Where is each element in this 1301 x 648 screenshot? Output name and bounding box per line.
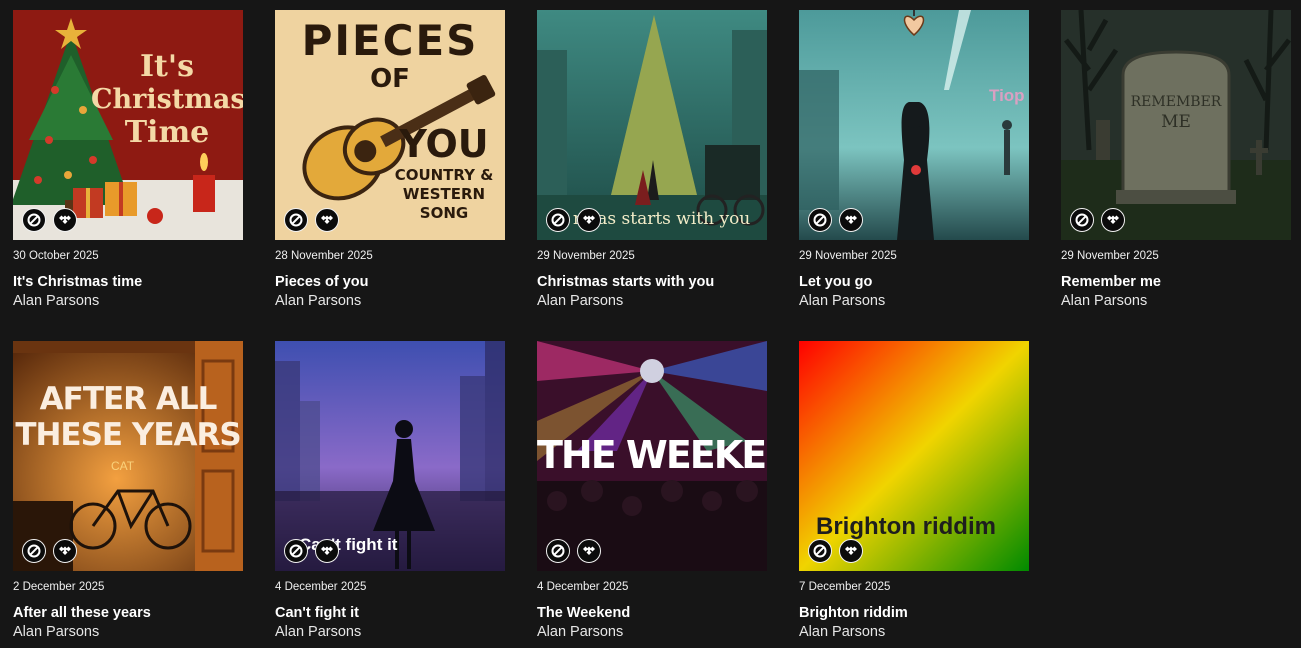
cover-art[interactable]: AFTER ALL THESE YEARS CAT	[13, 341, 243, 571]
badge-group	[808, 539, 863, 563]
blocked-circle-icon[interactable]	[1070, 208, 1094, 232]
release-artist[interactable]: Alan Parsons	[799, 291, 1029, 311]
tidal-icon[interactable]	[315, 208, 339, 232]
blocked-circle-icon[interactable]	[546, 208, 570, 232]
release-date: 29 November 2025	[1061, 250, 1159, 262]
tidal-icon[interactable]	[53, 539, 77, 563]
release-title[interactable]: Let you go	[799, 273, 1029, 291]
cover-image	[799, 10, 1029, 240]
cover-image	[275, 10, 505, 240]
tidal-icon[interactable]	[839, 539, 863, 563]
cover-art[interactable]: Can't fight it	[275, 341, 505, 571]
release-date: 7 December 2025	[799, 581, 891, 593]
release-artist[interactable]: Alan Parsons	[537, 291, 767, 311]
cover-art[interactable]: REMEMBER ME	[1061, 10, 1291, 240]
tidal-icon[interactable]	[577, 208, 601, 232]
release-title[interactable]: After all these years	[13, 604, 243, 622]
release-card: It's Christmas Time 30 October 2025 It's…	[13, 10, 243, 311]
release-card: Tiop 29 November 2025 Let you go Alan Pa…	[799, 10, 1029, 311]
badge-group	[284, 208, 339, 232]
blocked-circle-icon[interactable]	[808, 208, 832, 232]
release-title[interactable]: The Weekend	[537, 604, 767, 622]
badge-group	[22, 539, 77, 563]
release-card: PIECES OF YOU COUNTRY & WESTERN SONG 28 …	[275, 10, 505, 311]
badge-group	[22, 208, 77, 232]
release-card: THE WEEKEND 4 December 2025 The Weekend …	[537, 341, 767, 642]
release-card: rmas starts with you 29 November 2025 Ch…	[537, 10, 767, 311]
release-date: 4 December 2025	[537, 581, 629, 593]
release-date: 4 December 2025	[275, 581, 367, 593]
cover-art[interactable]: Tiop	[799, 10, 1029, 240]
cover-art[interactable]: rmas starts with you	[537, 10, 767, 240]
cover-art[interactable]: It's Christmas Time	[13, 10, 243, 240]
tidal-icon[interactable]	[577, 539, 601, 563]
release-artist[interactable]: Alan Parsons	[537, 622, 767, 642]
release-artist[interactable]: Alan Parsons	[275, 622, 505, 642]
badge-group	[546, 539, 601, 563]
release-card: REMEMBER ME 29 November 2025 Remember me…	[1061, 10, 1291, 311]
release-date: 29 November 2025	[799, 250, 897, 262]
blocked-circle-icon[interactable]	[284, 208, 308, 232]
cover-art[interactable]: PIECES OF YOU COUNTRY & WESTERN SONG	[275, 10, 505, 240]
release-card: AFTER ALL THESE YEARS CAT 2 December 202…	[13, 341, 243, 642]
release-title[interactable]: Can't fight it	[275, 604, 505, 622]
tidal-icon[interactable]	[53, 208, 77, 232]
release-card: Can't fight it 4 December 2025 Can't fig…	[275, 341, 505, 642]
blocked-circle-icon[interactable]	[546, 539, 570, 563]
release-artist[interactable]: Alan Parsons	[275, 291, 505, 311]
release-title[interactable]: It's Christmas time	[13, 273, 243, 291]
release-title[interactable]: Pieces of you	[275, 273, 505, 291]
cover-image	[13, 341, 243, 571]
badge-group	[546, 208, 601, 232]
release-artist[interactable]: Alan Parsons	[799, 622, 1029, 642]
blocked-circle-icon[interactable]	[22, 208, 46, 232]
release-date: 29 November 2025	[537, 250, 635, 262]
cover-image	[537, 10, 767, 240]
release-card: Brighton riddim 7 December 2025 Brighton…	[799, 341, 1029, 642]
release-artist[interactable]: Alan Parsons	[13, 622, 243, 642]
cover-image	[13, 10, 243, 240]
tidal-icon[interactable]	[839, 208, 863, 232]
release-artist[interactable]: Alan Parsons	[13, 291, 243, 311]
blocked-circle-icon[interactable]	[284, 539, 308, 563]
badge-group	[808, 208, 863, 232]
cover-image	[799, 341, 1029, 571]
cover-image	[537, 341, 767, 571]
release-date: 30 October 2025	[13, 250, 99, 262]
release-grid: It's Christmas Time 30 October 2025 It's…	[0, 0, 1301, 648]
badge-group	[284, 539, 339, 563]
cover-image	[275, 341, 505, 571]
release-date: 2 December 2025	[13, 581, 105, 593]
release-artist[interactable]: Alan Parsons	[1061, 291, 1291, 311]
cover-art[interactable]: THE WEEKEND	[537, 341, 767, 571]
release-title[interactable]: Christmas starts with you	[537, 273, 767, 291]
release-title[interactable]: Remember me	[1061, 273, 1291, 291]
cover-art[interactable]: Brighton riddim	[799, 341, 1029, 571]
tidal-icon[interactable]	[315, 539, 339, 563]
blocked-circle-icon[interactable]	[808, 539, 832, 563]
blocked-circle-icon[interactable]	[22, 539, 46, 563]
tidal-icon[interactable]	[1101, 208, 1125, 232]
cover-image	[1061, 10, 1291, 240]
release-title[interactable]: Brighton riddim	[799, 604, 1029, 622]
release-date: 28 November 2025	[275, 250, 373, 262]
badge-group	[1070, 208, 1125, 232]
